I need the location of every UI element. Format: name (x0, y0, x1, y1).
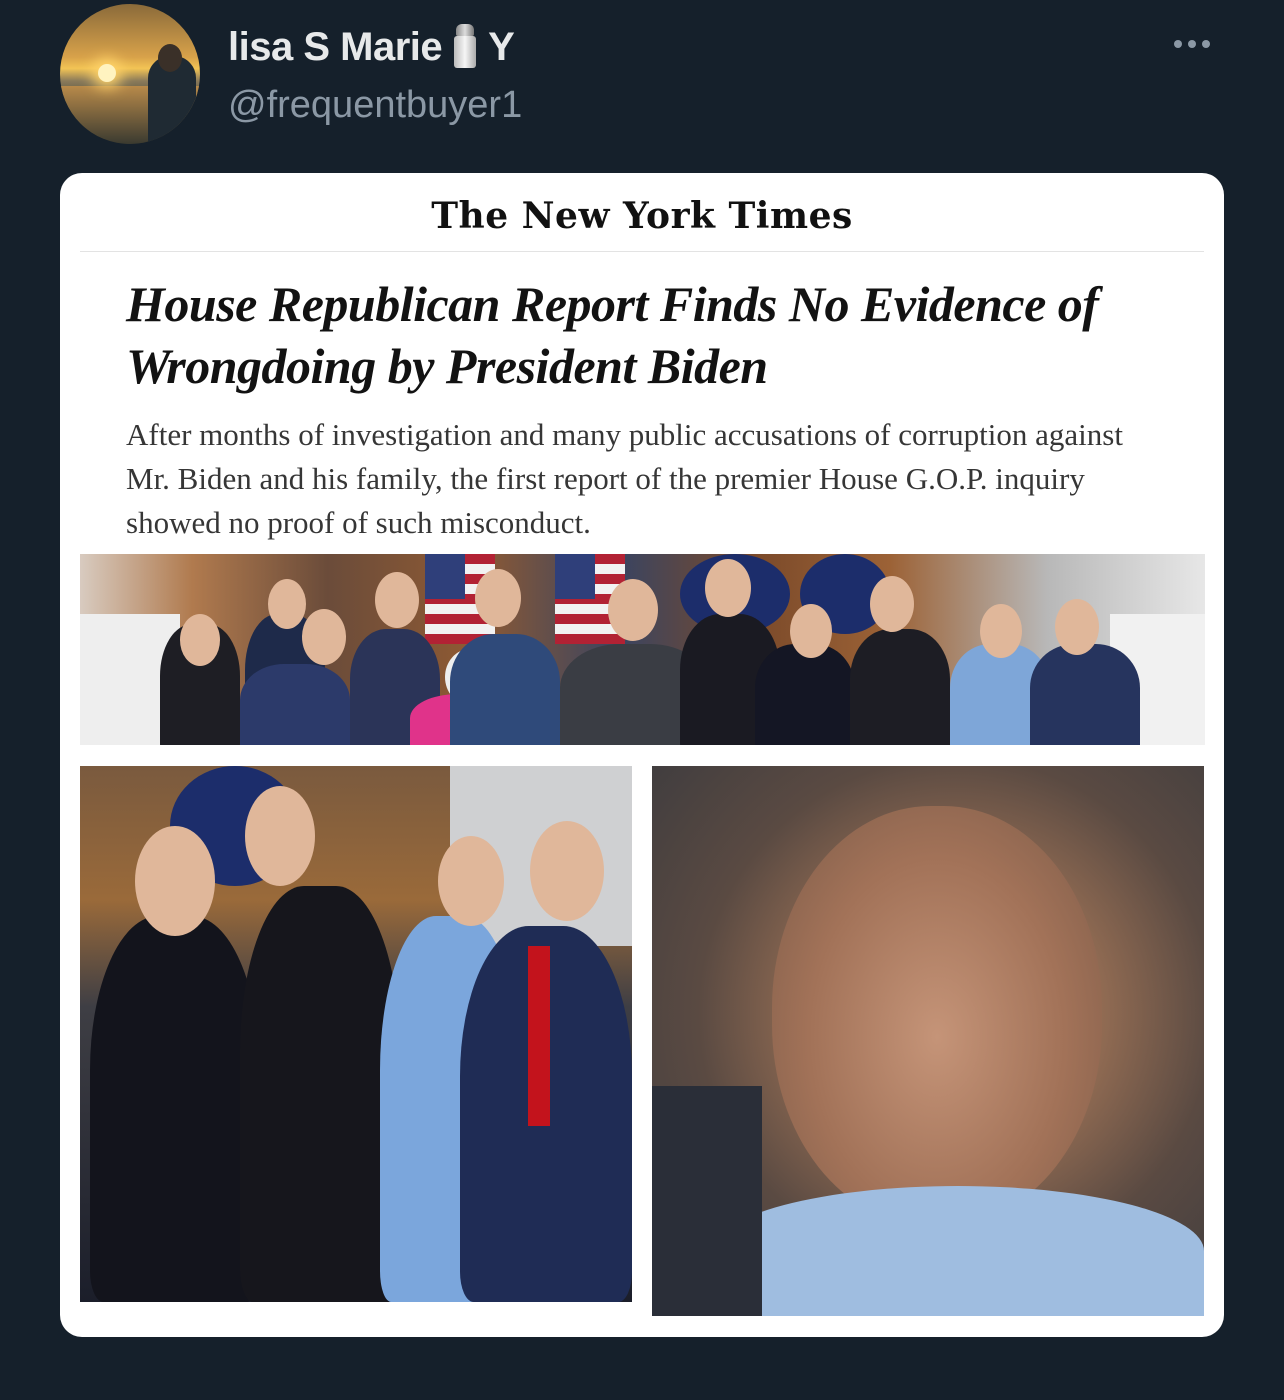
closeup-photo[interactable] (652, 766, 1204, 1316)
user-handle[interactable]: @frequentbuyer1 (228, 84, 522, 127)
article-summary: After months of investigation and many p… (126, 417, 1123, 540)
tweet-media-card[interactable]: The New York Times House Republican Repo… (60, 173, 1224, 1337)
avatar[interactable] (60, 4, 200, 144)
masthead: The New York Times (431, 195, 853, 237)
press-conference-photo[interactable] (80, 554, 1205, 745)
display-name-suffix: Y (488, 24, 515, 69)
display-name[interactable]: lisa S Marie Y (228, 24, 515, 70)
display-name-text: lisa S Marie (228, 24, 443, 69)
standing-members-photo[interactable] (80, 766, 632, 1302)
masthead-divider (80, 251, 1204, 252)
salt-shaker-icon (452, 24, 478, 70)
article-headline: House Republican Report Finds No Evidenc… (126, 276, 1099, 394)
more-icon[interactable] (1174, 32, 1220, 56)
